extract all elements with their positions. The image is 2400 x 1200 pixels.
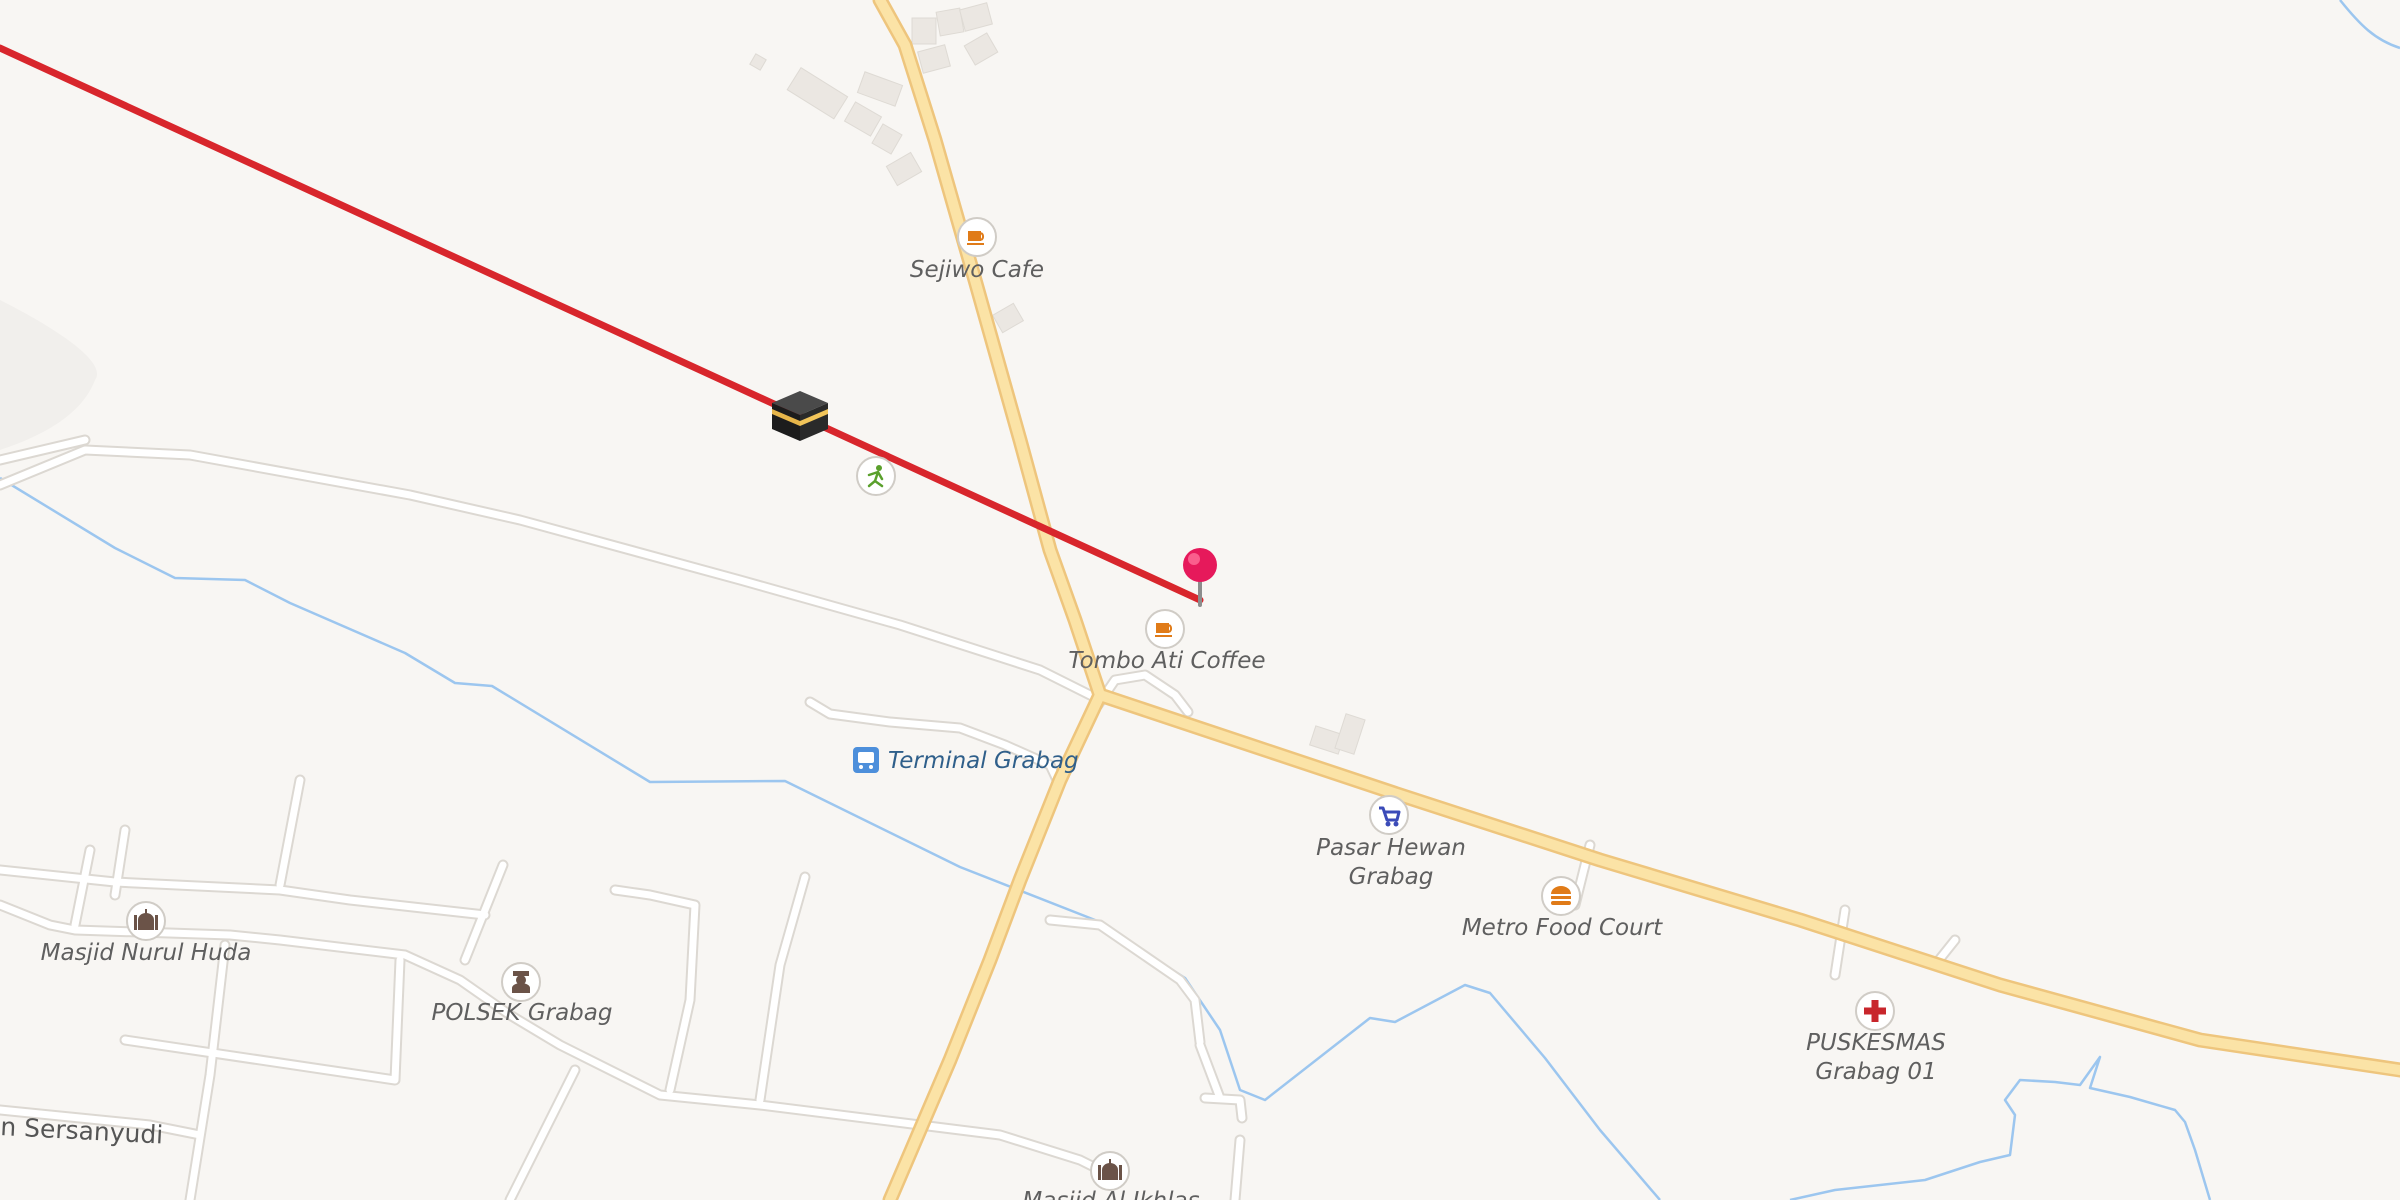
poi-label-line1: Pasar Hewan bbox=[1316, 835, 1466, 861]
map-canvas[interactable]: Sejiwo Cafe Tombo Ati Coffee Terminal Gr… bbox=[0, 0, 2400, 1200]
poi-label: Metro Food Court bbox=[1462, 915, 1663, 941]
buildings bbox=[749, 2, 1366, 755]
running-person-icon bbox=[856, 456, 896, 496]
poi-puskesmas-grabag-01[interactable]: PUSKESMAS Grabag 01 bbox=[1806, 991, 1946, 1085]
poi-sports[interactable] bbox=[856, 456, 896, 496]
poi-label: Masjid Al Ikhlas bbox=[1022, 1188, 1199, 1200]
kaaba-icon[interactable] bbox=[772, 391, 828, 441]
police-icon bbox=[501, 962, 541, 1002]
shopping-cart-icon bbox=[1369, 795, 1409, 835]
poi-metro-food-court[interactable]: Metro Food Court bbox=[1462, 876, 1663, 941]
mosque-icon bbox=[1090, 1151, 1130, 1191]
poi-label: Masjid Nurul Huda bbox=[41, 940, 252, 966]
poi-label-line2: Grabag bbox=[1349, 864, 1434, 890]
poi-label: Sejiwo Cafe bbox=[910, 257, 1044, 283]
main-roads bbox=[872, 0, 2400, 1200]
coffee-cup-icon bbox=[1145, 609, 1185, 649]
landuse-area bbox=[0, 300, 98, 450]
poi-polsek-grabag[interactable]: POLSEK Grabag bbox=[432, 962, 613, 1026]
mosque-icon bbox=[126, 901, 166, 941]
poi-label: Tombo Ati Coffee bbox=[1068, 648, 1265, 674]
poi-label-line2: Grabag 01 bbox=[1815, 1059, 1936, 1085]
poi-label: Terminal Grabag bbox=[888, 748, 1079, 774]
road-label-sersanyudi: n Sersanyudi bbox=[0, 1112, 164, 1149]
poi-label: POLSEK Grabag bbox=[432, 1000, 613, 1026]
poi-label-line1: PUSKESMAS bbox=[1806, 1030, 1946, 1056]
poi-terminal-grabag[interactable]: Terminal Grabag bbox=[853, 747, 1079, 774]
poi-tombo-ati-coffee[interactable]: Tombo Ati Coffee bbox=[1068, 609, 1266, 674]
coffee-cup-icon bbox=[957, 217, 997, 257]
burger-icon bbox=[1541, 876, 1581, 916]
poi-sejiwo-cafe[interactable]: Sejiwo Cafe bbox=[910, 217, 1044, 283]
bus-icon bbox=[853, 747, 879, 773]
poi-masjid-al-ikhlas[interactable]: Masjid Al Ikhlas bbox=[1022, 1151, 1200, 1200]
medical-cross-icon bbox=[1855, 991, 1895, 1031]
minor-roads bbox=[0, 434, 1961, 1200]
qibla-direction-line bbox=[0, 44, 1204, 604]
